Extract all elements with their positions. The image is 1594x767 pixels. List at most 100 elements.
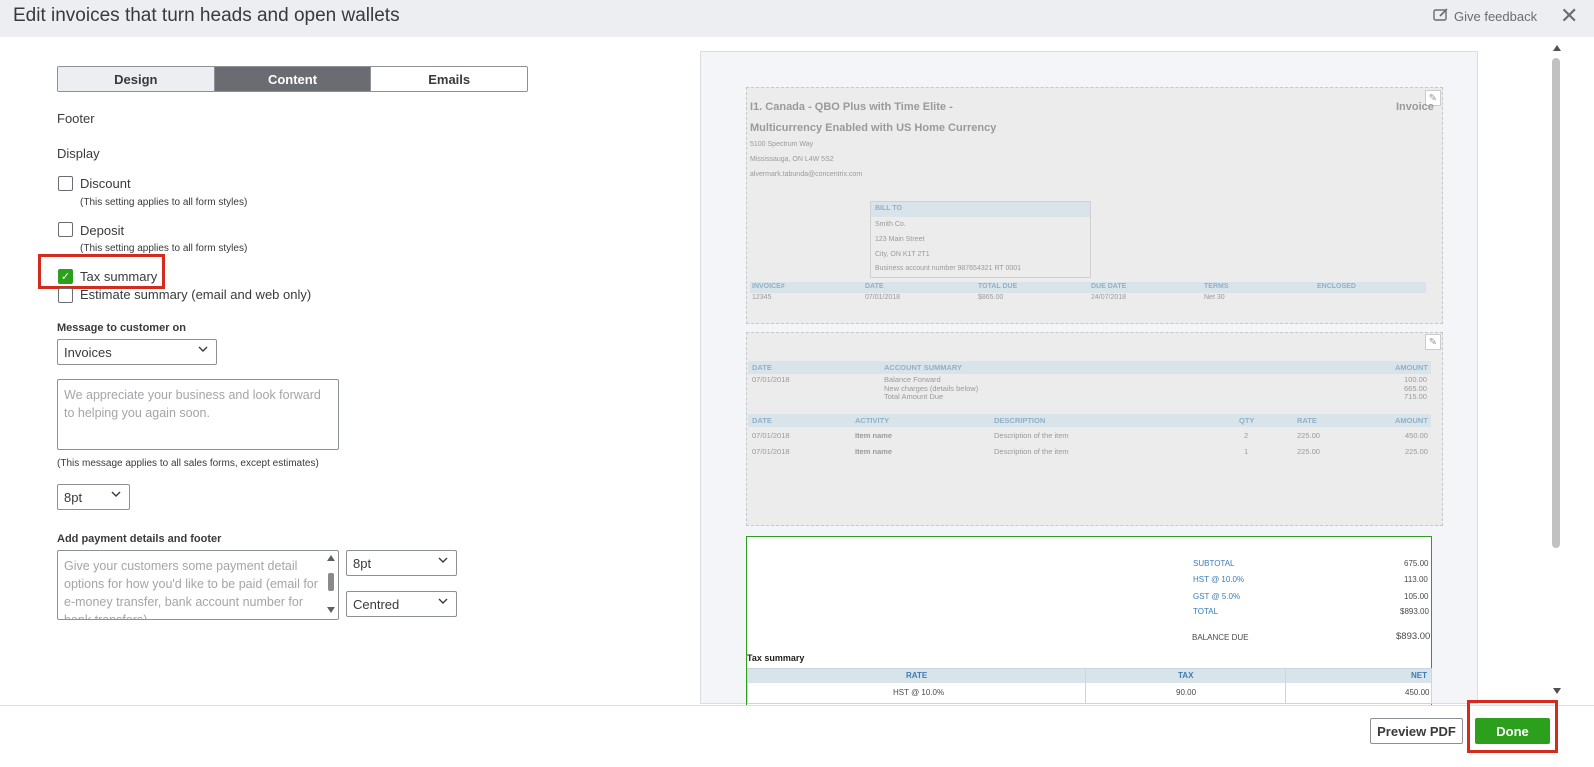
meta-value: 07/01/2018 — [865, 294, 901, 301]
preview-company-line2: Multicurrency Enabled with US Home Curre… — [750, 122, 997, 134]
estimate-summary-label: Estimate summary (email and web only) — [80, 287, 312, 302]
item-header: QTY — [1239, 416, 1255, 425]
payment-font-size-value: 8pt — [353, 555, 372, 571]
discount-note: (This setting applies to all form styles… — [80, 197, 248, 208]
item-cell: Description of the item — [994, 447, 1069, 456]
preview-address2: Mississauga, ON L4W 5S2 — [750, 156, 834, 163]
payment-alignment-select[interactable]: Centred — [346, 591, 457, 617]
discount-checkbox[interactable] — [58, 176, 73, 191]
bill-to-line: 123 Main Street — [875, 236, 925, 243]
account-header-bar — [748, 361, 1431, 374]
preview-email: alvermark.tabunda@concentrix.com — [750, 171, 863, 178]
title-bar: Edit invoices that turn heads and open w… — [0, 0, 1594, 37]
done-button[interactable]: Done — [1475, 718, 1550, 744]
account-header: ACCOUNT SUMMARY — [884, 363, 963, 372]
tax-summary-title: Tax summary — [747, 653, 805, 663]
account-header: DATE — [752, 363, 772, 372]
chevron-down-icon — [438, 557, 448, 563]
meta-value: Net 30 — [1204, 294, 1225, 301]
meta-header: DUE DATE — [1091, 283, 1127, 290]
preview-invoice-word: Invoice — [1396, 101, 1434, 113]
message-heading: Message to customer on — [57, 322, 186, 334]
display-heading: Display — [57, 146, 100, 161]
preview-company-line1: I1. Canada - QBO Plus with Time Elite - — [750, 101, 953, 113]
account-line: Total Amount Due — [884, 392, 944, 401]
item-cell: 07/01/2018 — [752, 447, 790, 456]
tab-emails[interactable]: Emails — [371, 67, 527, 91]
bill-to-header-bar — [871, 202, 1090, 217]
payment-heading: Add payment details and footer — [57, 533, 222, 545]
account-line: Balance Forward — [884, 375, 941, 384]
tax-summary-label: Tax summary — [80, 269, 158, 284]
preview-pdf-button[interactable]: Preview PDF — [1370, 718, 1463, 744]
tax-summary-header-bar — [748, 669, 1431, 683]
tax-summary-checkbox[interactable]: ✓ — [58, 269, 73, 284]
item-cell: Description of the item — [994, 431, 1069, 440]
bottom-action-bar — [0, 705, 1594, 767]
tax-cell: 450.00 — [1405, 688, 1430, 697]
scrollbar-thumb[interactable] — [1552, 58, 1560, 548]
feedback-label: Give feedback — [1454, 9, 1538, 24]
tab-content[interactable]: Content — [214, 67, 372, 91]
deposit-note: (This setting applies to all form styles… — [80, 243, 248, 254]
payment-textarea-scrollbar[interactable] — [326, 553, 336, 617]
total-label: SUBTOTAL — [1193, 559, 1235, 568]
message-note: (This message applies to all sales forms… — [57, 458, 319, 469]
estimate-summary-checkbox[interactable] — [58, 288, 73, 303]
meta-value: $865.00 — [978, 294, 1004, 301]
feedback-icon — [1433, 8, 1449, 25]
meta-header: TOTAL DUE — [978, 283, 1018, 290]
payment-alignment-value: Centred — [353, 596, 400, 612]
item-header: ACTIVITY — [855, 416, 890, 425]
account-amount: 100.00 — [1404, 375, 1427, 384]
give-feedback-link[interactable]: Give feedback — [1433, 8, 1537, 25]
message-font-size-select[interactable]: 8pt — [57, 484, 130, 510]
bill-to-line: Business account number 987654321 RT 000… — [875, 265, 1022, 272]
meta-header: TERMS — [1204, 283, 1229, 290]
item-cell: 225.00 — [1297, 447, 1320, 456]
message-font-size-value: 8pt — [64, 489, 83, 505]
preview-address1: 5100 Spectrum Way — [750, 141, 814, 148]
item-header: RATE — [1297, 416, 1317, 425]
editor-tabs: Design Content Emails — [57, 66, 528, 92]
table-divider — [1085, 669, 1086, 704]
items-header-bar — [748, 414, 1431, 427]
message-form-select[interactable]: Invoices — [57, 339, 217, 365]
total-label: GST @ 5.0% — [1193, 592, 1241, 601]
total-label: TOTAL — [1193, 607, 1219, 616]
account-header: AMOUNT — [1395, 363, 1428, 372]
meta-header: DATE — [865, 283, 884, 290]
page-title: Edit invoices that turn heads and open w… — [13, 5, 400, 26]
item-cell: 225.00 — [1405, 447, 1428, 456]
item-header: DESCRIPTION — [994, 416, 1046, 425]
edit-pencil-icon[interactable]: ✎ — [1425, 334, 1441, 350]
payment-textarea[interactable]: Give your customers some payment detail … — [57, 550, 339, 620]
total-value: 675.00 — [1404, 559, 1429, 568]
item-cell: 2 — [1244, 431, 1249, 440]
total-value: 113.00 — [1404, 575, 1428, 584]
chevron-down-icon — [111, 491, 121, 497]
tax-header: RATE — [906, 671, 928, 680]
tax-header: NET — [1411, 671, 1427, 680]
payment-font-size-select[interactable]: 8pt — [346, 550, 457, 576]
table-divider — [1285, 669, 1286, 704]
meta-value: 24/07/2018 — [1091, 294, 1127, 301]
message-textarea[interactable]: We appreciate your business and look for… — [57, 379, 339, 450]
discount-label: Discount — [80, 176, 131, 191]
total-value: $893.00 — [1400, 607, 1429, 616]
meta-header: INVOICE# — [752, 283, 785, 290]
checkmark-icon: ✓ — [60, 271, 71, 283]
total-value: 105.00 — [1404, 592, 1429, 601]
chevron-down-icon — [438, 598, 448, 604]
balance-due-value: $893.00 — [1396, 631, 1431, 642]
item-cell: Item name — [855, 447, 893, 456]
deposit-checkbox[interactable] — [58, 222, 73, 237]
message-form-value: Invoices — [64, 344, 112, 360]
account-amount: 715.00 — [1404, 392, 1427, 401]
tax-header: TAX — [1178, 671, 1194, 680]
item-header: DATE — [752, 416, 772, 425]
close-icon[interactable]: ✕ — [1560, 4, 1578, 28]
meta-header: ENCLOSED — [1317, 283, 1356, 290]
tab-design[interactable]: Design — [58, 67, 215, 91]
tax-cell: 90.00 — [1176, 688, 1197, 697]
